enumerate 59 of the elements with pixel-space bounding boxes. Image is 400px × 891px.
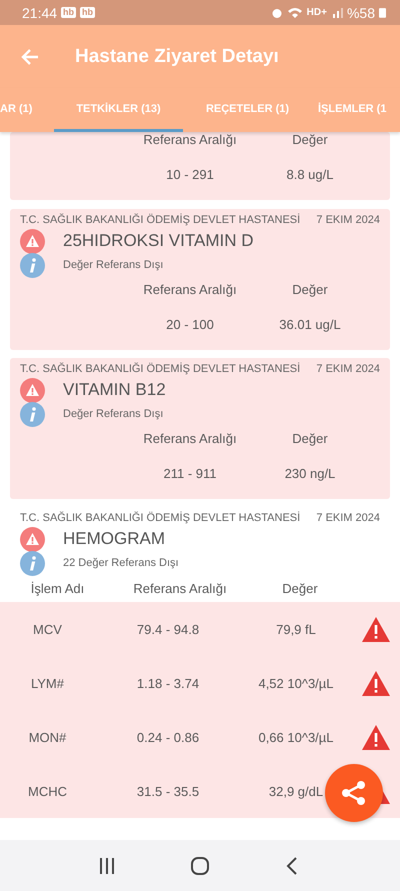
warning-icon <box>20 526 45 552</box>
table-cell: 32,9 g/dL <box>268 784 324 798</box>
test-date: 7 EKIM 2024 <box>316 512 380 524</box>
battery-icon <box>379 7 386 18</box>
table-cell: 0.24 - 0.86 <box>136 730 200 744</box>
reference-range: 211 - 911 <box>162 465 218 483</box>
column-label: Referans Aralığı <box>142 430 238 446</box>
info-icon <box>20 252 45 278</box>
table-cell: 79,9 fL <box>276 622 316 636</box>
result-note: 22 Değer Referans Dışı <box>63 557 179 569</box>
table-cell: 31.5 - 35.5 <box>136 784 200 798</box>
hospital-name: T.C. SAĞLIK BAKANLIĞI ÖDEMİŞ DEVLET HASTANESİ <box>20 363 300 375</box>
column-header: Referans Aralığı <box>132 581 228 596</box>
hospital-name: T.C. SAĞLIK BAKANLIĞI ÖDEMİŞ DEVLET HASTANESİ <box>20 512 300 524</box>
tab[interactable]: İŞLEMLER (1 <box>312 88 400 132</box>
test-date: 7 EKIM 2024 <box>316 363 380 375</box>
warning-icon <box>20 378 45 402</box>
column-label: Referans Aralığı <box>142 132 238 147</box>
reference-range: 20 - 100 <box>165 316 215 334</box>
notification-badge: hb <box>61 7 76 18</box>
share-icon <box>340 779 368 807</box>
test-date: 7 EKIM 2024 <box>316 214 380 226</box>
reference-range: 10 - 291 <box>165 166 215 184</box>
tab[interactable]: AR (1) <box>0 88 54 132</box>
info-icon <box>20 550 45 576</box>
network-label: HD+ <box>306 7 327 18</box>
table-cell: 1.18 - 3.74 <box>136 676 200 690</box>
column-header: İşlem Adı <box>30 581 86 596</box>
home-icon[interactable] <box>190 856 210 876</box>
result-value: 36.01 ug/L <box>278 316 342 334</box>
wifi-icon <box>286 6 303 18</box>
result-note: Değer Referans Dışı <box>63 408 164 420</box>
test-name: HEMOGRAM <box>63 529 165 549</box>
test-name: VITAMIN B12 <box>63 380 166 400</box>
table-cell: LYM# <box>31 676 64 690</box>
battery-level: %58 <box>346 4 375 20</box>
tab[interactable]: REÇETELER (1) <box>183 88 312 132</box>
table-cell: MON# <box>28 730 66 744</box>
result-value: 230 ng/L <box>284 465 336 483</box>
result-value: 8.8 ug/L <box>286 166 334 184</box>
column-label: Değer <box>291 132 329 147</box>
column-label: Referans Aralığı <box>142 281 238 297</box>
column-label: Değer <box>291 281 329 297</box>
info-icon <box>20 402 45 426</box>
result-note: Değer Referans Dışı <box>63 259 164 271</box>
column-label: Değer <box>291 430 329 446</box>
table-cell: 4,52 10^3/µL <box>258 676 334 690</box>
test-name: 25HIDROKSI VITAMIN D <box>63 231 254 251</box>
table-cell: 79.4 - 94.8 <box>136 622 200 636</box>
screen-title: Hastane Ziyaret Detayı <box>75 46 279 68</box>
table-cell: MCHC <box>28 784 67 798</box>
hospital-name: T.C. SAĞLIK BAKANLIĞI ÖDEMİŞ DEVLET HASTANESİ <box>20 214 300 226</box>
table-cell: MCV <box>33 622 62 636</box>
table-cell: 0,66 10^3/µL <box>258 730 334 744</box>
warning-icon <box>20 228 45 254</box>
column-header: Değer <box>281 581 319 596</box>
signal-icon <box>330 6 343 18</box>
status-time: 21:44 <box>22 4 58 20</box>
notification-badge: hb <box>80 7 96 18</box>
